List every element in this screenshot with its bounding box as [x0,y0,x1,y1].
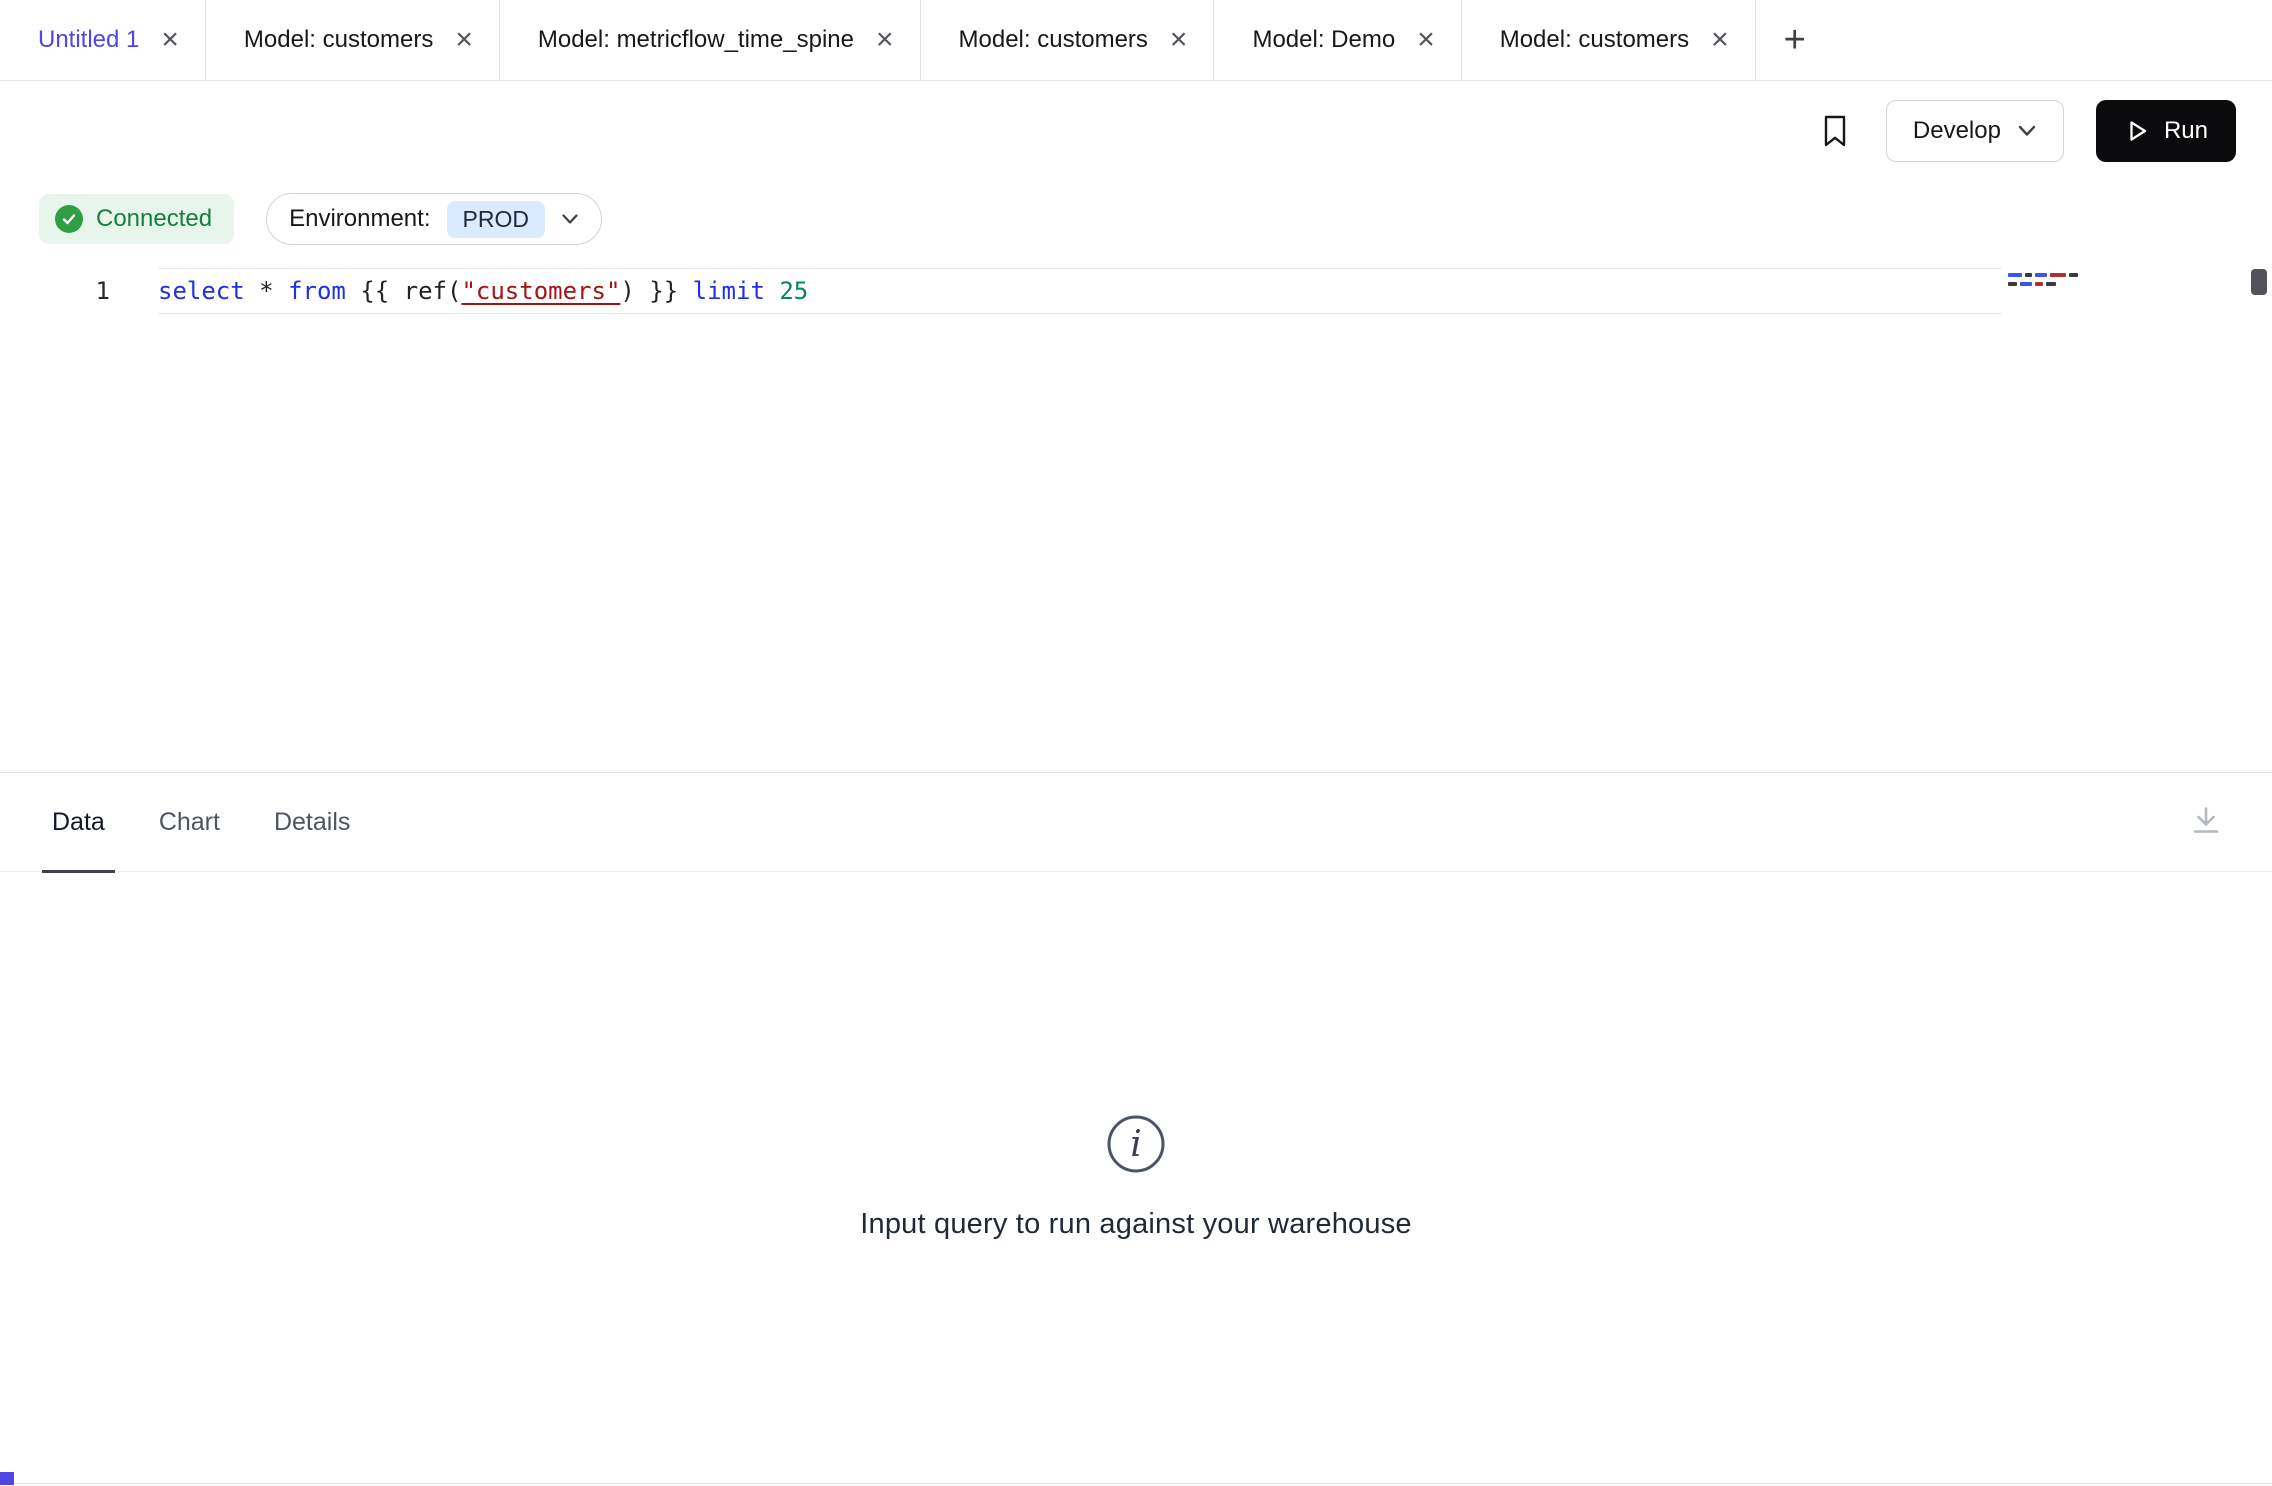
info-icon: i [1104,1112,1168,1176]
bookmark-icon [1820,113,1850,149]
code-token-keyword: limit [693,277,765,305]
toolbar: Develop Run [0,81,2272,181]
close-icon[interactable]: × [1168,25,1190,55]
tab-details-label: Details [274,808,350,837]
sql-editor[interactable]: 1 select * from {{ ref( "customers" ) }}… [0,257,2272,772]
code-line[interactable]: select * from {{ ref( "customers" ) }} l… [158,268,2002,314]
bookmark-button[interactable] [1816,109,1854,153]
close-icon[interactable]: × [1709,25,1731,55]
run-button[interactable]: Run [2096,100,2236,162]
close-icon[interactable]: × [874,25,896,55]
code-token-number: 25 [779,277,808,305]
minimap [2008,273,2100,291]
download-button[interactable] [2188,803,2224,842]
new-tab-button[interactable]: + [1756,0,1834,80]
tab-model-customers-3[interactable]: Model: customers × [1462,0,1756,80]
editor-scrollbar[interactable] [2249,263,2269,763]
tab-label: Model: customers [1500,26,1689,54]
status-row: Connected Environment: PROD [0,181,2272,257]
tab-label: Model: Demo [1252,26,1395,54]
results-empty-state: i Input query to run against your wareho… [0,872,2272,1480]
minimap-line [2008,282,2100,286]
dbt-ide-app: Untitled 1 × Model: customers × Model: m… [0,0,2272,1486]
close-icon[interactable]: × [1415,25,1437,55]
chevron-down-icon [561,213,579,226]
tab-untitled-1[interactable]: Untitled 1 × [0,0,206,80]
code-line-row: 1 select * from {{ ref( "customers" ) }}… [0,268,2272,314]
tab-model-customers-1[interactable]: Model: customers × [206,0,500,80]
code-token-keyword: from [288,277,346,305]
tab-chart[interactable]: Chart [159,773,220,871]
code-token: * [245,277,288,305]
develop-button[interactable]: Develop [1886,100,2064,162]
environment-label: Environment: [289,205,430,233]
tab-model-customers-2[interactable]: Model: customers × [921,0,1215,80]
corner-accent-square [0,1472,14,1485]
connection-status-badge: Connected [39,194,234,244]
check-icon [55,205,83,233]
code-token: {{ ref( [346,277,462,305]
code-token-keyword: select [158,277,245,305]
tab-data[interactable]: Data [52,773,105,871]
download-icon [2188,803,2224,839]
code-token: ) }} [620,277,692,305]
tab-label: Untitled 1 [38,26,139,54]
results-tabbar: Data Chart Details [0,772,2272,872]
tab-model-metricflow-time-spine[interactable]: Model: metricflow_time_spine × [500,0,921,80]
chevron-down-icon [2017,124,2037,138]
editor-tabbar: Untitled 1 × Model: customers × Model: m… [0,0,2272,81]
tab-label: Model: metricflow_time_spine [538,26,854,54]
tab-model-demo[interactable]: Model: Demo × [1214,0,1461,80]
svg-text:i: i [1130,1124,1142,1165]
environment-selector[interactable]: Environment: PROD [266,193,602,245]
tab-label: Model: customers [959,26,1148,54]
connection-status-label: Connected [96,205,212,233]
environment-value-badge: PROD [447,201,545,238]
code-token [765,277,779,305]
close-icon[interactable]: × [453,25,475,55]
line-number: 1 [0,268,158,314]
minimap-line [2008,273,2100,277]
play-icon [2124,118,2150,144]
develop-button-label: Develop [1913,117,2001,145]
tab-chart-label: Chart [159,808,220,837]
tab-data-label: Data [52,808,105,837]
tab-label: Model: customers [244,26,433,54]
empty-state-message: Input query to run against your warehous… [860,1208,1411,1241]
run-button-label: Run [2164,117,2208,145]
scrollbar-thumb[interactable] [2251,269,2267,295]
close-icon[interactable]: × [159,25,181,55]
plus-icon: + [1784,19,1806,62]
code-token-ref-link[interactable]: "customers" [461,277,620,305]
tab-details[interactable]: Details [274,773,350,871]
